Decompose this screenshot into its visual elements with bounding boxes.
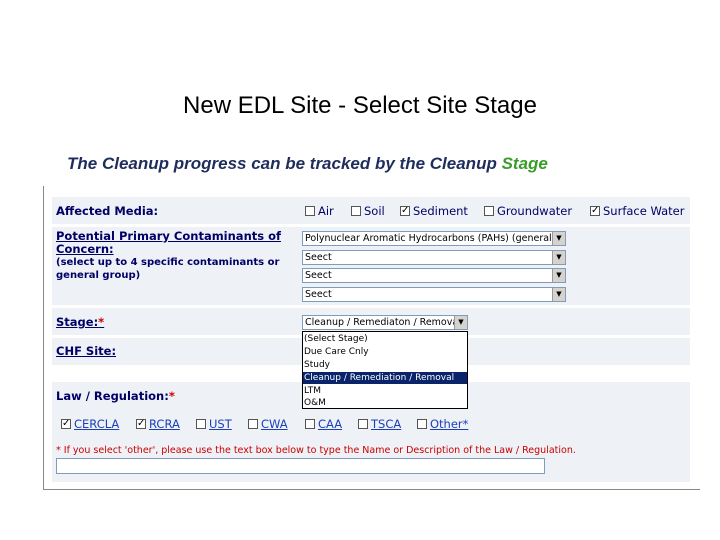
checkbox-label-surface-water: Surface Water: [603, 204, 685, 218]
checkbox-groundwater[interactable]: [484, 206, 494, 216]
stage-option[interactable]: Study: [303, 359, 467, 371]
contaminant-select-4[interactable]: Seect ▼: [302, 287, 566, 302]
contaminant-select-4-value: Seect: [305, 289, 332, 300]
stage-option[interactable]: (Select Stage): [303, 333, 467, 345]
checkbox-other[interactable]: [417, 419, 427, 429]
contaminant-select-2[interactable]: Seect ▼: [302, 250, 566, 265]
checkbox-ust[interactable]: [196, 419, 206, 429]
checkbox-label-ust[interactable]: UST: [209, 418, 232, 431]
law-label: Law / Regulation:*: [56, 390, 175, 403]
stage-dropdown-list[interactable]: (Select Stage) Due Care Cnly Study Clean…: [302, 331, 468, 409]
contaminants-hint-line2: general group): [56, 270, 141, 281]
checkbox-label-sediment: Sediment: [413, 204, 468, 218]
checkbox-label-groundwater: Groundwater: [497, 204, 573, 218]
affected-media-label: Affected Media:: [56, 204, 159, 218]
required-marker: *: [98, 315, 105, 329]
checkbox-rcra[interactable]: ✓: [136, 419, 146, 429]
checkbox-label-soil: Soil: [364, 204, 385, 218]
checkbox-label-other[interactable]: Other*: [430, 418, 468, 431]
contaminant-select-2-value: Seect: [305, 252, 332, 263]
stage-label-text: Stage:: [56, 315, 99, 329]
contaminants-hint-line1: (select up to 4 specific contaminants or: [56, 257, 280, 268]
contaminant-select-1[interactable]: Polynuclear Aromatic Hydrocarbons (PAHs)…: [302, 231, 566, 246]
page-title: New EDL Site - Select Site Stage: [183, 92, 537, 119]
other-law-note: * If you select 'other', please use the …: [56, 445, 576, 456]
page-subtitle: The Cleanup progress can be tracked by t…: [67, 154, 548, 174]
stage-option[interactable]: Due Care Cnly: [303, 346, 467, 358]
stage-option[interactable]: O&M: [303, 397, 467, 409]
checkbox-label-caa[interactable]: CAA: [318, 418, 342, 431]
chevron-down-icon: ▼: [552, 232, 565, 245]
contaminant-select-3-value: Seect: [305, 270, 332, 281]
chevron-down-icon: ▼: [552, 288, 565, 301]
chevron-down-icon: ▼: [552, 251, 565, 264]
checkbox-label-cwa[interactable]: CWA: [261, 418, 288, 431]
contaminants-label-line2: Concern:: [56, 242, 114, 256]
stage-option-selected[interactable]: Cleanup / Remediation / Removal: [303, 372, 467, 384]
checkbox-sediment[interactable]: ✓: [400, 206, 410, 216]
checkbox-tsca[interactable]: [358, 419, 368, 429]
checkbox-caa[interactable]: [305, 419, 315, 429]
chevron-down-icon: ▼: [454, 316, 467, 329]
other-law-input[interactable]: [56, 458, 545, 474]
required-marker: *: [168, 389, 175, 403]
stage-select-value: Cleanup / Remediaton / Removal: [305, 317, 461, 328]
checkbox-cwa[interactable]: [248, 419, 258, 429]
checkbox-label-tsca[interactable]: TSCA: [371, 418, 401, 431]
checkbox-label-air: Air: [318, 204, 334, 218]
law-label-text: Law / Regulation:: [56, 389, 169, 403]
contaminant-select-1-value: Polynuclear Aromatic Hydrocarbons (PAHs)…: [305, 233, 556, 244]
checkbox-soil[interactable]: [351, 206, 361, 216]
checkbox-surface-water[interactable]: ✓: [590, 206, 600, 216]
stage-select[interactable]: Cleanup / Remediaton / Removal ▼: [302, 315, 468, 330]
checkbox-cercla[interactable]: ✓: [61, 419, 71, 429]
chevron-down-icon: ▼: [552, 269, 565, 282]
checkbox-label-cercla[interactable]: CERCLA: [74, 418, 119, 431]
checkbox-label-rcra[interactable]: RCRA: [149, 418, 180, 431]
chf-site-label: CHF Site:: [56, 344, 117, 358]
stage-option[interactable]: LTM: [303, 385, 467, 397]
subtitle-main: The Cleanup progress can be tracked by t…: [67, 154, 502, 173]
checkbox-air[interactable]: [305, 206, 315, 216]
contaminant-select-3[interactable]: Seect ▼: [302, 268, 566, 283]
stage-label: Stage:*: [56, 316, 104, 329]
subtitle-accent: Stage: [501, 154, 548, 173]
